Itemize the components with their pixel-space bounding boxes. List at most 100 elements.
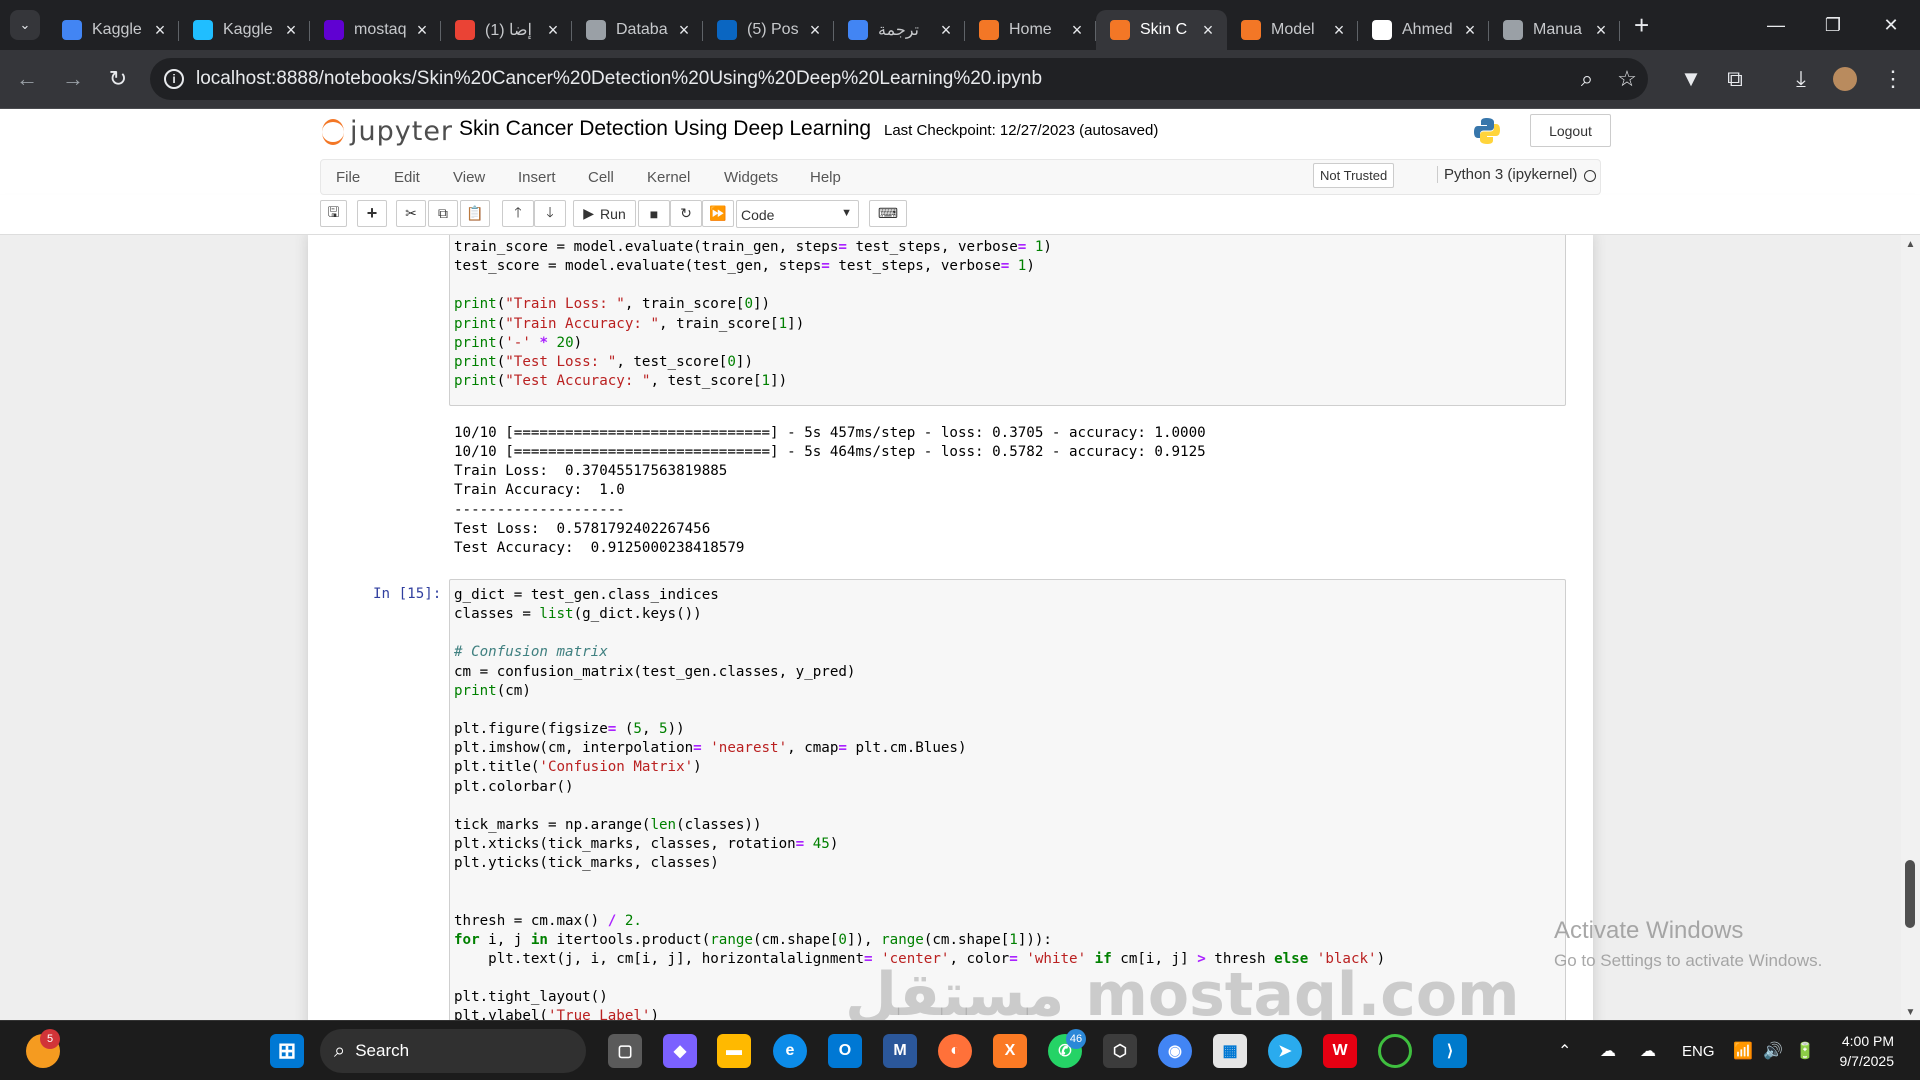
minimize-button[interactable]: — [1750,0,1802,50]
cell-type-select[interactable]: Code ▼ [736,200,859,228]
menu-file[interactable]: File [336,169,360,186]
browser-tab[interactable]: Databa × [572,10,703,50]
close-window-button[interactable]: ✕ [1865,0,1917,50]
browser-tab[interactable]: (5) Pos × [703,10,834,50]
telegram-icon[interactable]: ➤ [1268,1034,1302,1068]
menu-kernel[interactable]: Kernel [647,169,690,186]
spinner-app-icon[interactable] [1378,1034,1412,1068]
outlook-icon[interactable]: O [828,1034,862,1068]
tray-overflow-icon[interactable]: ⌃ [1558,1021,1571,1081]
insert-cell-icon[interactable]: + [357,200,387,227]
close-icon[interactable]: × [544,20,562,41]
scrollbar-thumb[interactable] [1905,860,1915,928]
menu-view[interactable]: View [453,169,485,186]
run-button[interactable]: ▶ Run [573,200,636,227]
command-palette-icon[interactable]: ⌨ [869,200,907,227]
close-icon[interactable]: × [1199,20,1217,41]
close-icon[interactable]: × [675,20,693,41]
chrome-icon[interactable]: ◉ [1158,1034,1192,1068]
restart-kernel-icon[interactable]: ↻ [670,200,702,227]
onedrive-icon[interactable]: ☁ [1640,1021,1656,1081]
save-icon[interactable]: 🖫 [320,200,347,227]
url-text[interactable]: localhost:8888/notebooks/Skin%20Cancer%2… [196,68,1042,90]
code-cell-input[interactable]: train_score = model.evaluate(train_gen, … [449,235,1566,406]
battery-icon[interactable]: 🔋 [1795,1021,1815,1081]
back-button[interactable]: ← [12,64,42,94]
volume-icon[interactable]: 🔊 [1763,1021,1783,1081]
browser-tab[interactable]: (1) إضا × [441,10,572,50]
browser-tab[interactable]: Model × [1227,10,1358,50]
site-info-icon[interactable]: i [164,69,184,89]
interrupt-kernel-icon[interactable]: ■ [638,200,670,227]
close-icon[interactable]: × [937,20,955,41]
cut-icon[interactable]: ✂ [396,200,426,227]
not-trusted-button[interactable]: Not Trusted [1313,163,1395,188]
profile-avatar[interactable] [1830,64,1860,94]
scroll-up-icon[interactable]: ▲ [1901,239,1920,250]
zoom-icon[interactable]: ⌕ [1572,64,1602,94]
browser-tab[interactable]: Manua × [1489,10,1620,50]
menu-widgets[interactable]: Widgets [724,169,778,186]
wps-office-icon[interactable]: W [1323,1034,1357,1068]
close-icon[interactable]: × [806,20,824,41]
close-icon[interactable]: × [1461,20,1479,41]
browser-menu-icon[interactable]: ⋮ [1878,64,1908,94]
notebook-title[interactable]: Skin Cancer Detection Using Deep Learnin… [459,117,871,141]
notebook-scroll-area[interactable]: train_score = model.evaluate(train_gen, … [0,235,1920,1020]
vpn-extension-icon[interactable]: ▼ [1676,64,1706,94]
restore-button[interactable]: ❐ [1807,0,1859,50]
browser-tab[interactable]: ترجمة × [834,10,965,50]
jupyter-logo[interactable]: jupyter [322,116,453,147]
onedrive-sync-icon[interactable]: ☁ [1600,1021,1616,1081]
browser-tab[interactable]: mostaq × [310,10,441,50]
browser-tab[interactable]: Home × [965,10,1096,50]
browser-tab[interactable]: Kaggle × [179,10,310,50]
vscode-icon[interactable]: ⟩ [1433,1034,1467,1068]
move-down-icon[interactable]: 🡓 [534,200,566,227]
firefox-icon[interactable]: ◐ [938,1034,972,1068]
close-icon[interactable]: × [282,20,300,41]
scroll-down-icon[interactable]: ▼ [1901,1007,1920,1018]
logout-button[interactable]: Logout [1530,114,1611,147]
virtualbox-icon[interactable]: ⬡ [1103,1034,1137,1068]
menu-help[interactable]: Help [810,169,841,186]
copy-icon[interactable]: ⧉ [428,200,458,227]
store-icon[interactable]: ▦ [1213,1034,1247,1068]
close-icon[interactable]: × [151,20,169,41]
taskbar-clock[interactable]: 4:00 PM 9/7/2025 [1834,1031,1895,1071]
bookmark-star-icon[interactable]: ☆ [1612,64,1642,94]
edge-icon[interactable]: e [773,1034,807,1068]
file-explorer-icon[interactable]: ▬ [717,1034,751,1068]
new-tab-button[interactable]: + [1634,10,1664,41]
browser-tab[interactable]: Ahmed × [1358,10,1489,50]
forward-button[interactable]: → [58,64,88,94]
downloads-icon[interactable]: ⤓ [1786,64,1816,94]
restart-run-all-icon[interactable]: ⏩ [702,200,734,227]
start-icon[interactable]: ⊞ [270,1034,304,1068]
language-indicator[interactable]: ENG [1682,1021,1715,1081]
code-cell-input[interactable]: g_dict = test_gen.class_indices classes … [449,579,1566,1020]
task-view-icon[interactable]: ▢ [608,1034,642,1068]
tab-search-button[interactable]: ⌄ [10,10,40,40]
close-icon[interactable]: × [1068,20,1086,41]
omnibox[interactable]: i localhost:8888/notebooks/Skin%20Cancer… [150,58,1648,100]
paste-icon[interactable]: 📋 [460,200,490,227]
move-up-icon[interactable]: 🡑 [502,200,534,227]
close-icon[interactable]: × [1592,20,1610,41]
menu-cell[interactable]: Cell [588,169,614,186]
copilot-icon[interactable]: ◆ [663,1034,697,1068]
menu-insert[interactable]: Insert [518,169,556,186]
microsoft365-icon[interactable]: M [883,1034,917,1068]
browser-tab[interactable]: Kaggle × [48,10,179,50]
wifi-icon[interactable]: 📶 [1733,1021,1753,1081]
xampp-icon[interactable]: X [993,1034,1027,1068]
browser-tab[interactable]: Skin C × [1096,10,1227,50]
extensions-icon[interactable]: ⧉ [1720,64,1750,94]
kernel-name[interactable]: Python 3 (ipykernel) [1437,166,1577,183]
close-icon[interactable]: × [413,20,431,41]
page-scrollbar[interactable]: ▲ ▼ [1901,235,1920,1020]
menu-edit[interactable]: Edit [394,169,420,186]
taskbar-search[interactable]: ⌕ Search [320,1029,586,1073]
close-icon[interactable]: × [1330,20,1348,41]
reload-button[interactable]: ↻ [103,64,133,94]
